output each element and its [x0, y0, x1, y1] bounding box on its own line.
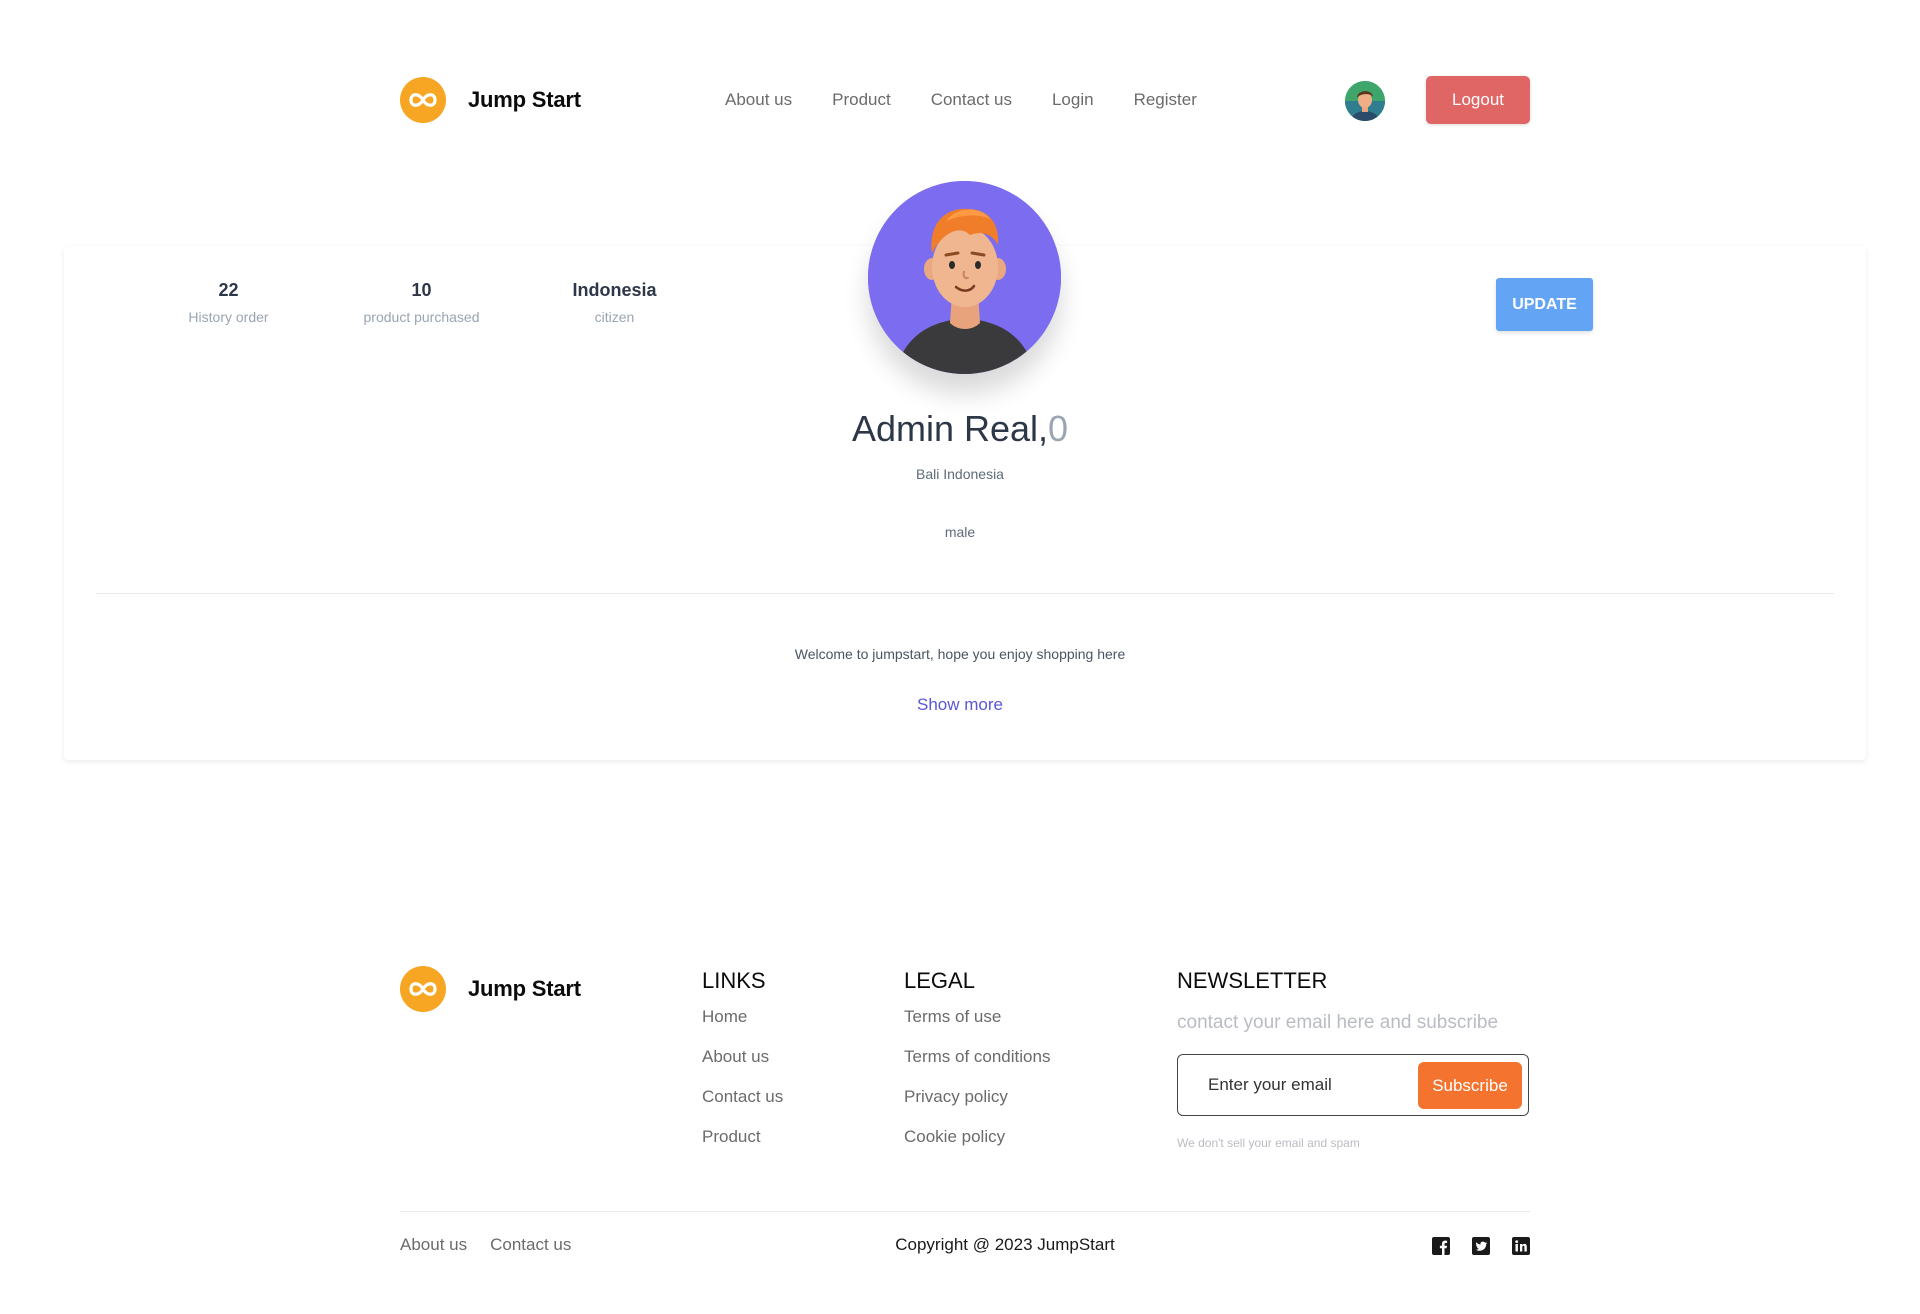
profile-name-text: Admin Real,	[851, 408, 1049, 449]
infinity-logo-icon	[400, 77, 446, 123]
stat-label: History order	[188, 309, 269, 325]
stat-citizen: Indonesia citizen	[518, 280, 711, 325]
welcome-message: Welcome to jumpstart, hope you enjoy sho…	[794, 646, 1126, 662]
stat-product-purchased: 10 product purchased	[325, 280, 518, 325]
footer-link-terms-of-conditions[interactable]: Terms of conditions	[904, 1037, 1050, 1077]
twitter-icon[interactable]	[1472, 1237, 1490, 1255]
logout-button[interactable]: Logout	[1426, 76, 1530, 124]
profile-name: Admin Real,0	[0, 408, 1920, 450]
nav-login[interactable]: Login	[1052, 90, 1094, 110]
footer-legal-title: LEGAL	[904, 968, 975, 993]
footer-brand-name: Jump Start	[468, 976, 581, 1001]
footer-legal-column: LEGAL Terms of use Terms of conditions P…	[904, 968, 1050, 1157]
footer-link-product[interactable]: Product	[702, 1117, 783, 1157]
footer-link-terms-of-use[interactable]: Terms of use	[904, 997, 1050, 1037]
footer-brand[interactable]: Jump Start	[400, 965, 581, 1013]
linkedin-icon[interactable]	[1512, 1237, 1530, 1255]
social-links	[1432, 1237, 1530, 1255]
newsletter-note: We don't sell your email and spam	[1177, 1136, 1360, 1150]
nav-about-us[interactable]: About us	[725, 90, 792, 110]
footer-link-home[interactable]: Home	[702, 997, 783, 1037]
brand[interactable]: Jump Start	[400, 76, 581, 124]
copyright: Copyright @ 2023 JumpStart	[895, 1235, 1115, 1254]
update-button[interactable]: UPDATE	[1496, 278, 1593, 331]
stat-history-order: 22 History order	[132, 280, 325, 325]
brand-name: Jump Start	[468, 87, 581, 112]
profile-stats: 22 History order 10 product purchased In…	[132, 280, 711, 325]
newsletter-description: contact your email here and subscribe	[1177, 1012, 1499, 1033]
newsletter-title: NEWSLETTER	[1177, 968, 1328, 993]
user-avatar[interactable]	[1345, 81, 1385, 121]
footer-links-title: LINKS	[702, 968, 766, 993]
nav-register[interactable]: Register	[1134, 90, 1197, 110]
stat-value: 10	[411, 280, 432, 300]
nav-contact-us[interactable]: Contact us	[931, 90, 1012, 110]
footer-divider	[400, 1211, 1530, 1212]
footer-links-column: LINKS Home About us Contact us Product	[702, 968, 783, 1157]
stat-value: 22	[218, 280, 239, 300]
profile-location: Bali Indonesia	[916, 466, 1004, 482]
main-nav: About us Product Contact us Login Regist…	[725, 76, 1197, 124]
show-more-link[interactable]: Show more	[0, 695, 1920, 715]
newsletter-form: Subscribe	[1177, 1054, 1529, 1116]
profile-avatar	[868, 181, 1061, 374]
footer-link-cookie-policy[interactable]: Cookie policy	[904, 1117, 1050, 1157]
profile-gender: male	[944, 524, 976, 540]
infinity-logo-icon	[400, 966, 446, 1012]
stat-value: Indonesia	[572, 280, 657, 300]
footer-link-privacy-policy[interactable]: Privacy policy	[904, 1077, 1050, 1117]
footer-link-about-us[interactable]: About us	[702, 1037, 783, 1077]
footer-link-contact-us[interactable]: Contact us	[702, 1077, 783, 1117]
card-divider	[96, 593, 1834, 594]
top-navbar: Jump Start About us Product Contact us L…	[400, 76, 1530, 124]
profile-age: 0	[1048, 408, 1069, 449]
nav-product[interactable]: Product	[832, 90, 891, 110]
footer-newsletter: NEWSLETTER contact your email here and s…	[1177, 968, 1529, 1150]
subscribe-button[interactable]: Subscribe	[1418, 1062, 1522, 1109]
facebook-icon[interactable]	[1432, 1237, 1450, 1255]
newsletter-email-input[interactable]	[1208, 1075, 1398, 1095]
stat-label: citizen	[594, 309, 635, 325]
stat-label: product purchased	[363, 309, 480, 325]
